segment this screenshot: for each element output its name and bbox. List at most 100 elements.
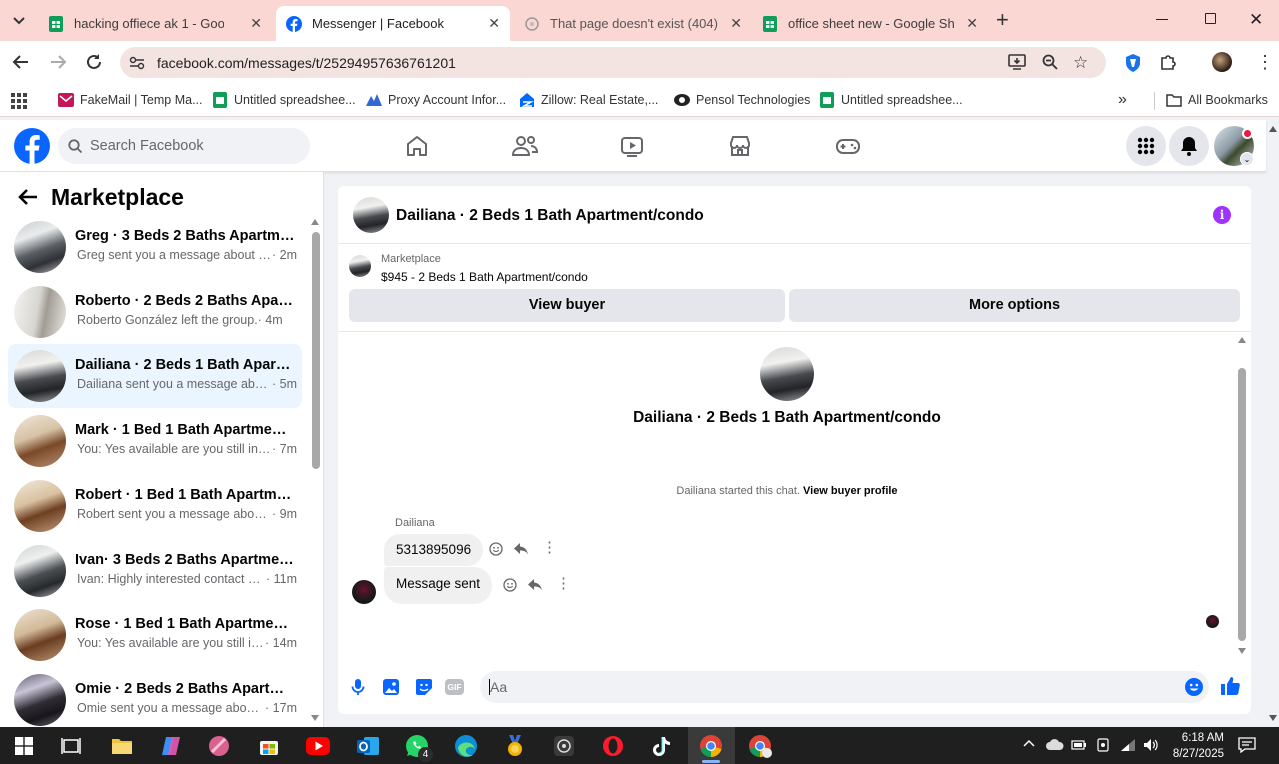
bookmark-zillow[interactable]: Zillow: Real Estate,... bbox=[519, 92, 658, 108]
scroll-up-arrow-icon[interactable] bbox=[1238, 337, 1246, 343]
bookmark-star-icon[interactable]: ☆ bbox=[1073, 53, 1088, 73]
window-close-icon[interactable]: ✕ bbox=[1249, 10, 1263, 30]
back-arrow-icon[interactable] bbox=[18, 188, 38, 206]
tab-messenger[interactable]: Messenger | Facebook ✕ bbox=[276, 6, 510, 41]
react-smiley-icon[interactable] bbox=[503, 578, 517, 592]
bookmark-proxy[interactable]: Proxy Account Infor... bbox=[366, 92, 506, 108]
more-options-button[interactable]: More options bbox=[789, 289, 1240, 322]
thumbs-up-icon[interactable] bbox=[1220, 676, 1240, 696]
sidebar-scrollbar-thumb[interactable] bbox=[312, 232, 320, 469]
minimize-icon[interactable] bbox=[1156, 19, 1168, 20]
emoji-icon[interactable] bbox=[1185, 678, 1203, 696]
forward-icon[interactable] bbox=[49, 53, 67, 71]
conversation-item[interactable]: Robert · 1 Bed 1 Bath Apartment/condo Ro… bbox=[8, 474, 302, 538]
bookmark-pensol[interactable]: Pensol Technologies bbox=[674, 92, 810, 108]
view-buyer-button[interactable]: View buyer bbox=[349, 289, 785, 322]
chat-scrollbar-thumb[interactable] bbox=[1238, 368, 1246, 641]
volume-icon[interactable] bbox=[1143, 738, 1159, 752]
zoom-icon[interactable] bbox=[1042, 54, 1058, 70]
omnibox[interactable]: facebook.com/messages/t/2529495763676120… bbox=[120, 47, 1106, 78]
scroll-down-arrow-icon[interactable] bbox=[311, 715, 319, 721]
tab-404[interactable]: That page doesn't exist (404) - ✕ bbox=[514, 6, 752, 41]
close-icon[interactable]: ✕ bbox=[250, 15, 262, 32]
extension-shield-icon[interactable] bbox=[1124, 53, 1142, 73]
extensions-puzzle-icon[interactable] bbox=[1159, 53, 1177, 71]
page-scroll-up-icon[interactable] bbox=[1269, 126, 1277, 132]
menu-grid-icon[interactable] bbox=[1126, 126, 1166, 166]
windows-start-icon[interactable] bbox=[11, 733, 37, 759]
youtube-icon[interactable] bbox=[305, 733, 331, 759]
more-actions-icon[interactable]: ⋮ bbox=[556, 576, 571, 591]
more-actions-icon[interactable]: ⋮ bbox=[542, 540, 557, 555]
conversation-item[interactable]: Mark · 1 Bed 1 Bath Apartment/condo You:… bbox=[8, 409, 302, 473]
conversation-item[interactable]: Roberto · 2 Beds 2 Baths Apartment/condo… bbox=[8, 280, 302, 344]
friends-icon[interactable] bbox=[512, 134, 538, 158]
microsoft-store-icon[interactable] bbox=[256, 733, 282, 759]
bookmark-fakemail[interactable]: FakeMail | Temp Ma... bbox=[58, 92, 203, 108]
facebook-logo-icon[interactable] bbox=[14, 128, 50, 164]
conversation-item-selected[interactable]: Dailiana · 2 Beds 1 Bath Apartment/condo… bbox=[8, 344, 302, 408]
chrome-icon[interactable] bbox=[698, 733, 724, 759]
message-bubble[interactable]: Message sent bbox=[384, 567, 493, 604]
site-settings-icon[interactable] bbox=[129, 55, 145, 71]
task-view-icon[interactable] bbox=[58, 733, 84, 759]
app-orb-icon[interactable] bbox=[206, 733, 232, 759]
conversation-item[interactable]: Omie · 2 Beds 2 Baths Apartment/condo Om… bbox=[8, 668, 302, 732]
conversation-item[interactable]: Ivan· 3 Beds 2 Baths Apartment/condo Iva… bbox=[8, 539, 302, 603]
back-icon[interactable] bbox=[12, 53, 30, 71]
close-icon[interactable]: ✕ bbox=[730, 15, 742, 32]
message-input[interactable]: Aa bbox=[480, 671, 1209, 703]
restore-icon[interactable] bbox=[1205, 13, 1216, 24]
profile-avatar-icon[interactable] bbox=[1212, 52, 1232, 72]
device-icon[interactable] bbox=[1097, 738, 1109, 752]
copilot-icon[interactable] bbox=[158, 733, 184, 759]
marketplace-icon[interactable] bbox=[728, 134, 752, 158]
tiktok-icon[interactable] bbox=[649, 733, 675, 759]
conversation-item[interactable]: Greg · 3 Beds 2 Baths Apartment/condo Gr… bbox=[8, 215, 302, 279]
account-avatar[interactable]: ⌄ bbox=[1214, 126, 1254, 166]
opera-icon[interactable] bbox=[600, 733, 626, 759]
gaming-icon[interactable] bbox=[835, 134, 861, 158]
clock[interactable]: 6:18 AM 8/27/2025 bbox=[1166, 730, 1224, 762]
bookmark-spreadsheet-1[interactable]: Untitled spreadshee... bbox=[212, 92, 356, 108]
close-icon[interactable]: ✕ bbox=[488, 15, 500, 32]
gif-icon[interactable]: GIF bbox=[445, 679, 464, 695]
wifi-icon[interactable] bbox=[1120, 738, 1136, 752]
tab-sheets-hacking[interactable]: hacking offiece ak 1 - Google Sheets ✕ bbox=[38, 6, 272, 41]
all-bookmarks[interactable]: All Bookmarks bbox=[1166, 92, 1268, 108]
close-icon[interactable]: ✕ bbox=[966, 15, 978, 32]
watch-video-icon[interactable] bbox=[620, 134, 644, 158]
chat-header-avatar[interactable] bbox=[353, 197, 389, 233]
notifications-bell-icon[interactable] bbox=[1169, 126, 1209, 166]
edge-browser-icon[interactable] bbox=[453, 733, 479, 759]
bookmark-spreadsheet-2[interactable]: Untitled spreadshee... bbox=[819, 92, 963, 108]
page-scroll-down-icon[interactable] bbox=[1269, 715, 1277, 721]
file-explorer-icon[interactable] bbox=[109, 733, 135, 759]
apps-grid-icon[interactable] bbox=[11, 93, 27, 109]
browser-menu-icon[interactable]: ⋮ bbox=[1256, 53, 1274, 71]
react-smiley-icon[interactable] bbox=[489, 542, 503, 556]
outlook-icon[interactable] bbox=[355, 733, 381, 759]
medal-app-icon[interactable] bbox=[502, 733, 528, 759]
sender-avatar[interactable] bbox=[352, 580, 376, 604]
photo-icon[interactable] bbox=[382, 678, 400, 696]
conversation-item[interactable]: Rose · 1 Bed 1 Bath Apartment/condo You:… bbox=[8, 603, 302, 667]
info-icon[interactable]: i bbox=[1213, 206, 1231, 224]
listing-price-title[interactable]: $945 - 2 Beds 1 Bath Apartment/condo bbox=[381, 270, 588, 284]
notification-center-icon[interactable] bbox=[1238, 737, 1256, 753]
reply-icon[interactable] bbox=[513, 542, 529, 556]
reload-icon[interactable] bbox=[85, 53, 103, 71]
intro-avatar[interactable] bbox=[760, 347, 814, 401]
new-tab-icon[interactable]: + bbox=[996, 9, 1009, 31]
gamebar-icon[interactable] bbox=[551, 733, 577, 759]
tab-sheets-office[interactable]: office sheet new - Google Sheets ✕ bbox=[752, 6, 988, 41]
show-hidden-icons-chevron-icon[interactable] bbox=[1023, 739, 1035, 747]
tab-search-icon[interactable] bbox=[8, 10, 30, 32]
microphone-icon[interactable] bbox=[351, 678, 365, 696]
battery-icon[interactable] bbox=[1071, 739, 1087, 751]
onedrive-cloud-icon[interactable] bbox=[1046, 739, 1064, 750]
whatsapp-icon[interactable]: 4 bbox=[404, 733, 433, 762]
home-icon[interactable] bbox=[405, 134, 429, 158]
message-bubble[interactable]: 5313895096 bbox=[384, 534, 484, 566]
scroll-down-arrow-icon[interactable] bbox=[1238, 648, 1246, 654]
